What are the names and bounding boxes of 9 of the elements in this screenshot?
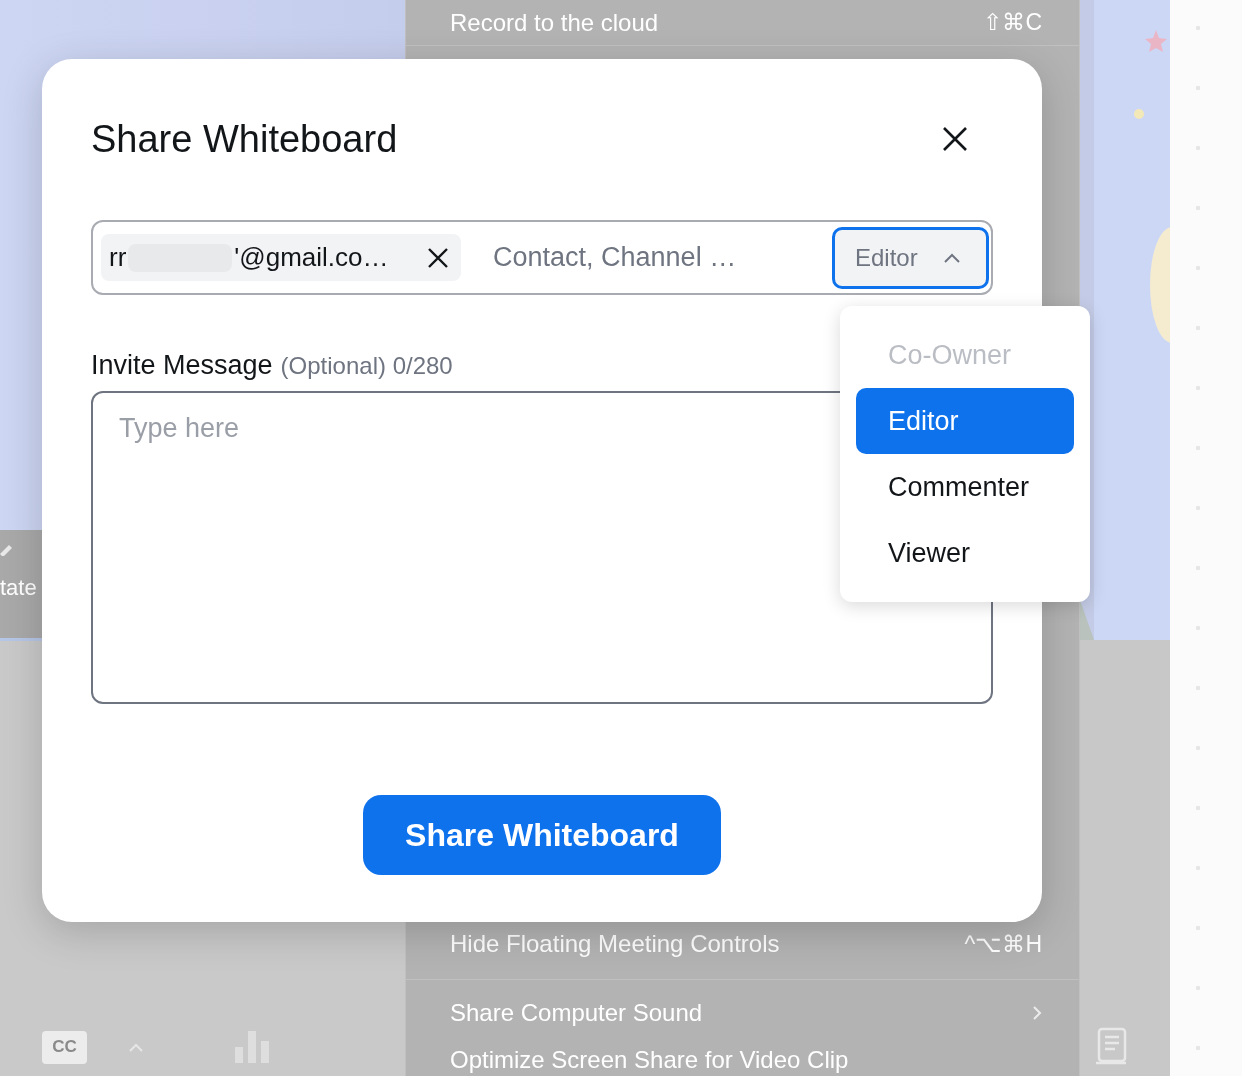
character-count: (Optional) 0/280 (280, 352, 453, 380)
chip-text: rr (109, 242, 127, 273)
field-placeholder: Contact, Channel … (492, 242, 738, 273)
tool-label: tate (0, 575, 37, 601)
shortcut-text: ⇧⌘C (983, 9, 1042, 36)
dialog-title: Share Whiteboard (91, 117, 398, 161)
field-label: Invite Message (91, 350, 273, 381)
shortcut-text: ^⌥⌘H (964, 930, 1042, 958)
chip-text: '@gmail.co… (234, 242, 389, 273)
